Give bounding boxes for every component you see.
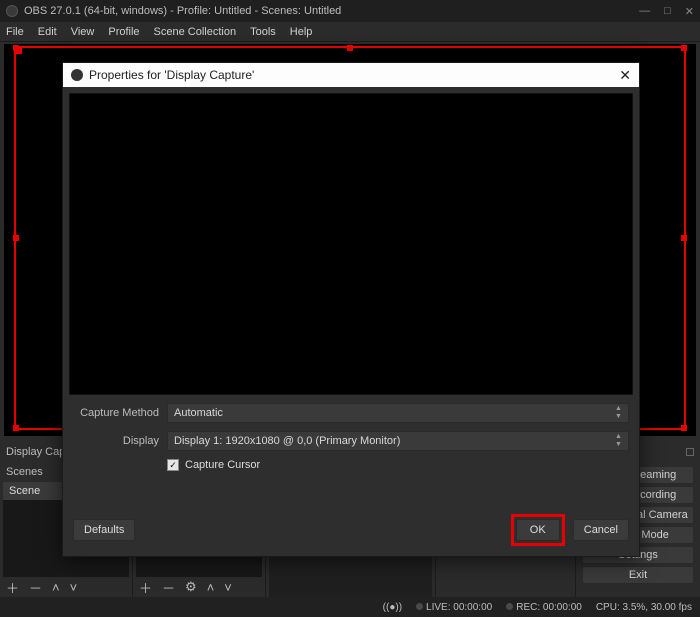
status-live-dot-icon — [416, 603, 423, 610]
source-down-icon[interactable]: ˅ — [224, 580, 232, 595]
dock-popout-icon[interactable] — [686, 448, 694, 456]
capture-method-value: Automatic — [174, 407, 223, 419]
window-minimize-icon[interactable]: — — [639, 5, 650, 18]
menu-tools[interactable]: Tools — [250, 26, 276, 38]
exit-button[interactable]: Exit — [582, 566, 694, 584]
add-source-icon[interactable]: ＋ — [139, 578, 152, 597]
menu-edit[interactable]: Edit — [38, 26, 57, 38]
status-rec: REC: 00:00:00 — [516, 602, 582, 613]
status-live: LIVE: 00:00:00 — [426, 602, 492, 613]
dialog-preview — [69, 93, 633, 395]
menu-bar: File Edit View Profile Scene Collection … — [0, 22, 700, 42]
capture-cursor-label: Capture Cursor — [185, 459, 260, 471]
status-cpu: CPU: 3.5%, 30.00 fps — [596, 602, 692, 613]
title-bar: OBS 27.0.1 (64-bit, windows) - Profile: … — [0, 0, 700, 22]
ok-highlight: OK — [511, 514, 565, 546]
select-spinner-icon[interactable]: ▲▼ — [615, 434, 625, 448]
window-close-icon[interactable]: ✕ — [685, 5, 694, 18]
status-signal-icon: ((●)) — [383, 602, 402, 613]
remove-scene-icon[interactable]: － — [29, 578, 42, 597]
cancel-button[interactable]: Cancel — [573, 519, 629, 541]
defaults-button[interactable]: Defaults — [73, 519, 135, 541]
dialog-title: Properties for 'Display Capture' — [89, 68, 254, 82]
dialog-obs-icon — [71, 69, 83, 81]
menu-view[interactable]: View — [71, 26, 95, 38]
display-value: Display 1: 1920x1080 @ 0,0 (Primary Moni… — [174, 435, 400, 447]
dialog-close-icon[interactable]: ✕ — [619, 67, 631, 84]
capture-method-label: Capture Method — [73, 407, 159, 419]
obs-logo-icon — [6, 5, 18, 17]
menu-profile[interactable]: Profile — [108, 26, 139, 38]
capture-method-select[interactable]: Automatic ▲▼ — [167, 403, 629, 423]
menu-help[interactable]: Help — [290, 26, 313, 38]
sources-toolbar: ＋ － ⚙ ˄ ˅ — [133, 577, 265, 597]
scenes-dock-title: Scenes — [6, 466, 43, 478]
status-rec-dot-icon — [506, 603, 513, 610]
source-settings-icon[interactable]: ⚙ — [185, 579, 197, 595]
ok-button[interactable]: OK — [516, 519, 560, 541]
menu-scene-collection[interactable]: Scene Collection — [154, 26, 237, 38]
remove-source-icon[interactable]: － — [162, 578, 175, 597]
scenes-toolbar: ＋ － ˄ ˅ — [0, 577, 132, 597]
window-maximize-icon[interactable]: □ — [664, 5, 671, 18]
add-scene-icon[interactable]: ＋ — [6, 578, 19, 597]
display-select[interactable]: Display 1: 1920x1080 @ 0,0 (Primary Moni… — [167, 431, 629, 451]
properties-dialog: Properties for 'Display Capture' ✕ Captu… — [62, 62, 640, 557]
scene-down-icon[interactable]: ˅ — [70, 580, 78, 595]
status-bar: ((●)) LIVE: 00:00:00 REC: 00:00:00 CPU: … — [0, 597, 700, 617]
dialog-form: Capture Method Automatic ▲▼ Display Disp… — [63, 399, 639, 471]
display-label: Display — [73, 435, 159, 447]
menu-file[interactable]: File — [6, 26, 24, 38]
dialog-title-bar: Properties for 'Display Capture' ✕ — [63, 63, 639, 87]
scene-up-icon[interactable]: ˄ — [52, 580, 60, 595]
select-spinner-icon[interactable]: ▲▼ — [615, 406, 625, 420]
window-title: OBS 27.0.1 (64-bit, windows) - Profile: … — [24, 5, 341, 17]
capture-cursor-checkbox[interactable]: ✓ — [167, 459, 179, 471]
source-up-icon[interactable]: ˄ — [207, 580, 215, 595]
